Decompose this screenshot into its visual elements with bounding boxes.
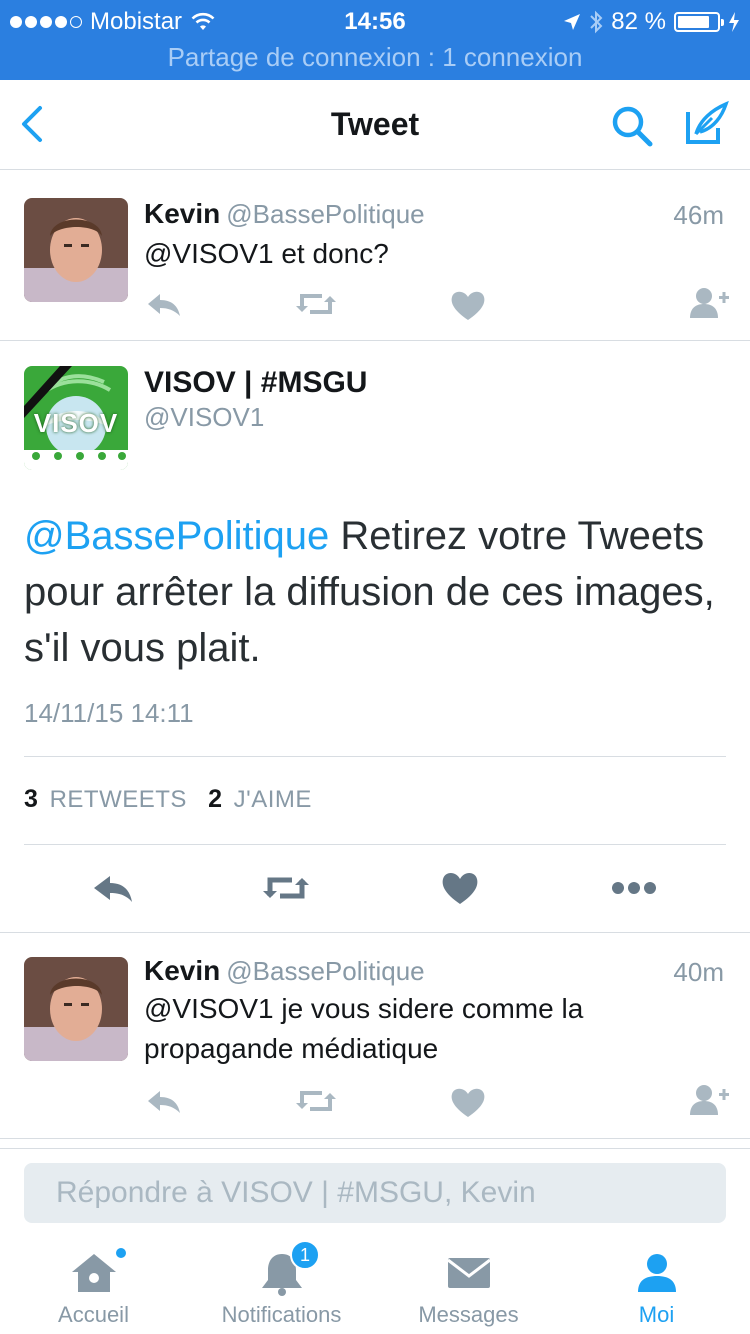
tweet-text: @VISOV1 je vous sidere comme la propagan… (144, 993, 584, 1064)
divider (0, 1138, 750, 1139)
tweet-text: @VISOV1 et donc? (144, 238, 389, 269)
tab-bar: Accueil 1 Notifications Messages Moi (0, 1236, 750, 1334)
author-line[interactable]: Kevin @BassePolitique (144, 955, 425, 987)
envelope-icon (446, 1258, 491, 1288)
tweet-actions (144, 284, 734, 324)
battery-percent: 82 % (611, 8, 666, 35)
status-bar: Mobistar 14:56 82 % Partage de connexion… (0, 0, 750, 80)
divider (24, 756, 726, 757)
tweet-time: 40m (673, 957, 724, 987)
avatar-logo-text: VISOV (33, 408, 119, 438)
retweets-count[interactable]: 3 (24, 785, 38, 813)
author-name[interactable]: Kevin (144, 955, 220, 986)
navigation-bar: Tweet (0, 80, 750, 170)
author-handle[interactable]: @VISOV1 (144, 402, 264, 433)
tab-label: Accueil (58, 1302, 129, 1327)
like-heart-icon[interactable] (446, 1081, 490, 1121)
divider (24, 844, 726, 845)
avatar[interactable] (24, 957, 128, 1061)
main-tweet-actions (0, 866, 750, 910)
tab-notifications[interactable]: 1 Notifications (188, 1236, 375, 1334)
home-unread-dot (114, 1246, 128, 1260)
hotspot-banner[interactable]: Partage de connexion : 1 connexion (0, 42, 750, 73)
reply-icon[interactable] (92, 866, 136, 910)
reply-tweet-top[interactable]: Kevin @BassePolitique 46m @VISOV1 et donc… (0, 170, 750, 340)
retweet-icon[interactable] (294, 1081, 338, 1121)
tab-me[interactable]: Moi (563, 1236, 750, 1334)
bluetooth-icon (590, 10, 603, 34)
retweet-icon[interactable] (260, 866, 312, 910)
like-heart-icon[interactable] (440, 866, 480, 910)
likes-label[interactable]: J'AIME (234, 786, 312, 813)
main-tweet-avatar[interactable]: VISOV (24, 366, 128, 470)
charging-bolt-icon (729, 12, 739, 32)
reply-composer: Répondre à VISOV | #MSGU, Kevin (0, 1148, 750, 1236)
follow-user-icon[interactable] (686, 284, 730, 324)
more-options-icon[interactable] (610, 866, 658, 910)
tab-label: Moi (638, 1302, 675, 1327)
reply-icon[interactable] (144, 284, 188, 324)
tweet-actions (144, 1081, 734, 1121)
tab-label: Notifications (221, 1302, 342, 1327)
search-icon[interactable] (608, 102, 656, 150)
author-handle[interactable]: @BassePolitique (226, 956, 424, 986)
avatar[interactable] (24, 198, 128, 302)
follow-user-icon[interactable] (686, 1081, 730, 1121)
compose-tweet-icon[interactable] (682, 100, 730, 148)
author-line[interactable]: Kevin @BassePolitique (144, 198, 425, 230)
reply-tweet-bottom[interactable]: Kevin @BassePolitique 40m @VISOV1 je vous… (0, 933, 750, 1138)
tweet-timestamp: 14/11/15 14:11 (24, 698, 194, 728)
location-arrow-icon (564, 14, 581, 30)
author-name[interactable]: Kevin (144, 198, 220, 229)
notification-badge: 1 (290, 1240, 320, 1270)
mention-link[interactable]: @BassePolitique (24, 514, 329, 558)
home-icon (71, 1254, 116, 1292)
battery-icon (674, 12, 724, 32)
like-heart-icon[interactable] (446, 284, 490, 324)
author-handle[interactable]: @BassePolitique (226, 199, 424, 229)
tweet-time: 46m (673, 200, 724, 230)
reply-input[interactable]: Répondre à VISOV | #MSGU, Kevin (24, 1163, 726, 1223)
retweet-icon[interactable] (294, 284, 338, 324)
likes-count[interactable]: 2 (208, 785, 222, 813)
person-icon (637, 1254, 676, 1292)
tweet-text: @BassePolitique Retirez votre Tweets pou… (24, 508, 724, 676)
author-name[interactable]: VISOV | #MSGU (144, 366, 367, 400)
reply-icon[interactable] (144, 1081, 188, 1121)
tab-messages[interactable]: Messages (375, 1236, 562, 1334)
tab-home[interactable]: Accueil (0, 1236, 187, 1334)
status-right: 82 % (563, 6, 740, 38)
tweet-stats: 3 RETWEETS 2 J'AIME (24, 785, 312, 814)
retweets-label[interactable]: RETWEETS (50, 786, 187, 813)
tab-label: Messages (418, 1302, 519, 1327)
